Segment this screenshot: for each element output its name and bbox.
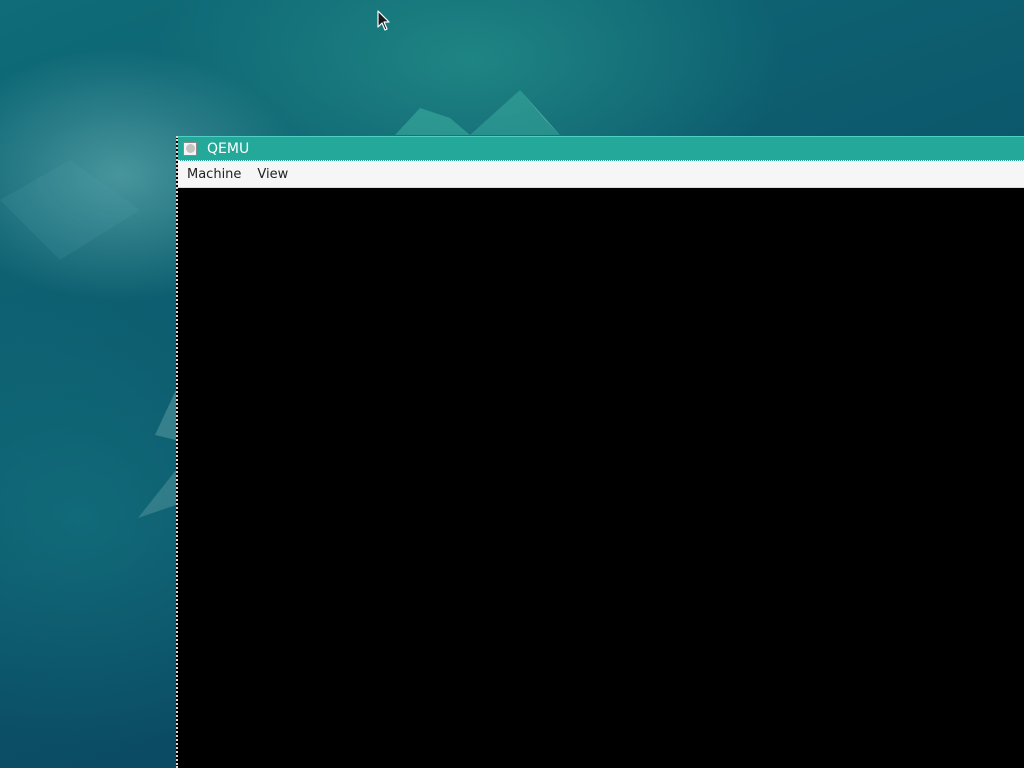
- qemu-window[interactable]: QEMU Machine View: [176, 136, 1024, 768]
- window-title: QEMU: [207, 140, 250, 157]
- desktop-background: QEMU Machine View: [0, 0, 1024, 768]
- window-titlebar[interactable]: QEMU: [178, 136, 1024, 161]
- menubar: Machine View: [178, 161, 1024, 188]
- guest-display[interactable]: [178, 188, 1024, 768]
- menu-view[interactable]: View: [249, 167, 296, 182]
- mouse-pointer-icon: [377, 10, 390, 31]
- qemu-app-icon[interactable]: [183, 141, 197, 156]
- menu-machine[interactable]: Machine: [179, 167, 249, 182]
